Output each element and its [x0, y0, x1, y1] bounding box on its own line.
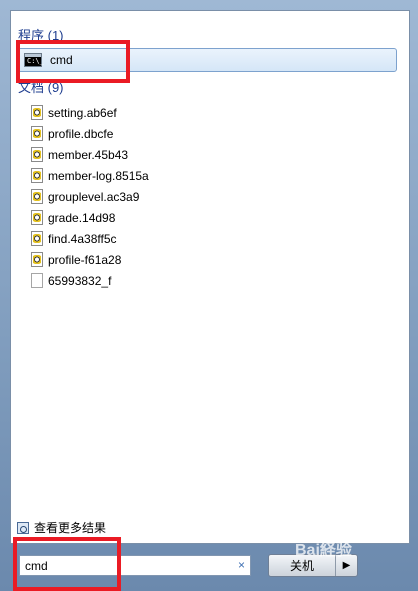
search-results-panel: 程序 (1) C:\_ cmd 文档 (9) setting.ab6ef pro… — [10, 10, 410, 544]
document-label: member-log.8515a — [48, 168, 149, 183]
document-result[interactable]: setting.ab6ef — [31, 102, 149, 123]
settings-file-icon — [31, 252, 43, 267]
watermark-logo: Bai経验 — [295, 542, 352, 559]
document-result[interactable]: member.45b43 — [31, 144, 149, 165]
document-label: member.45b43 — [48, 147, 129, 162]
document-label: profile-f61a28 — [48, 252, 122, 267]
document-result[interactable]: find.4a38ff5c — [31, 228, 149, 249]
clear-search-icon[interactable]: × — [238, 558, 245, 572]
document-result[interactable]: grouplevel.ac3a9 — [31, 186, 149, 207]
document-label: grade.14d98 — [48, 210, 116, 225]
settings-file-icon — [31, 231, 43, 246]
settings-file-icon — [31, 210, 43, 225]
settings-file-icon — [31, 168, 43, 183]
document-label: grouplevel.ac3a9 — [48, 189, 140, 204]
blank-file-icon — [31, 273, 43, 288]
settings-file-icon — [31, 147, 43, 162]
see-more-results-label: 查看更多结果 — [34, 521, 107, 535]
document-label: 65993832_f — [48, 273, 112, 288]
highlight-box-cmd-result — [16, 40, 130, 83]
document-result[interactable]: grade.14d98 — [31, 207, 149, 228]
document-result[interactable]: 65993832_f — [31, 270, 149, 291]
document-result[interactable]: member-log.8515a — [31, 165, 149, 186]
document-results-list: setting.ab6ef profile.dbcfe member.45b43… — [31, 102, 149, 291]
document-result[interactable]: profile-f61a28 — [31, 249, 149, 270]
document-label: find.4a38ff5c — [48, 231, 117, 246]
search-more-icon — [17, 521, 29, 534]
document-result[interactable]: profile.dbcfe — [31, 123, 149, 144]
highlight-box-search-input — [13, 537, 121, 591]
document-label: setting.ab6ef — [48, 105, 117, 120]
settings-file-icon — [31, 126, 43, 141]
see-more-results-link[interactable]: 查看更多结果 — [17, 519, 106, 536]
document-label: profile.dbcfe — [48, 126, 114, 141]
settings-file-icon — [31, 105, 43, 120]
settings-file-icon — [31, 189, 43, 204]
